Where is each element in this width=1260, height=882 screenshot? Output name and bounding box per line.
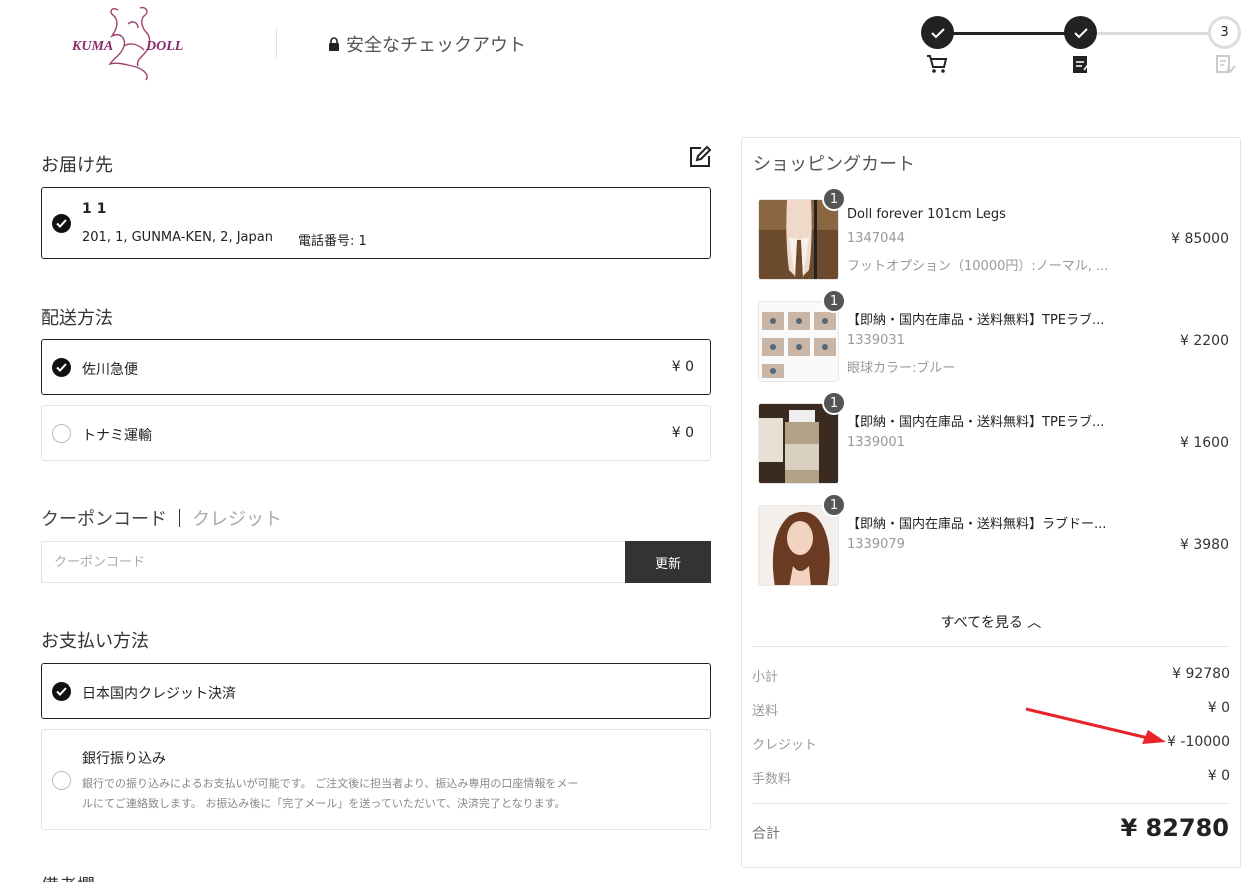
- shipping-option-price: ¥ 0: [671, 425, 694, 441]
- payment-method-title: お支払い方法: [41, 631, 149, 652]
- lock-icon: [329, 37, 339, 51]
- summary-label: 手数料: [752, 772, 792, 787]
- summary-subtotal: 小計 ¥ 92780: [752, 666, 1230, 685]
- shipping-address-title: お届け先: [41, 155, 113, 176]
- kuma-doll-logo[interactable]: KUMA DOLL: [66, 2, 206, 84]
- summary-value: ¥ -10000: [1167, 734, 1230, 750]
- product-image-bottle: [758, 403, 839, 484]
- address-name: 1 1: [82, 201, 107, 217]
- radio-button[interactable]: [52, 771, 71, 790]
- product-image-eyes: [758, 301, 839, 382]
- summary-value: ¥ 0: [1207, 700, 1230, 716]
- item-sku: 1339031: [847, 333, 905, 348]
- annotation-arrow-icon: [1025, 707, 1166, 744]
- summary-value: ¥ 0: [1207, 768, 1230, 784]
- quantity-badge: 1: [822, 187, 846, 211]
- payment-option-label: 銀行振り込み: [82, 751, 166, 767]
- summary-label: 送料: [752, 704, 779, 719]
- step-2-check: [1064, 16, 1097, 49]
- address-phone: 電話番号: 1: [298, 234, 367, 249]
- checkmark-icon: [1073, 27, 1088, 38]
- payment-option-bank[interactable]: 銀行振り込み 銀行での振り込みによるお支払いが可能です。 ご注文後に担当者より、…: [41, 729, 711, 830]
- remarks-title: 備考欄: [41, 872, 95, 882]
- bank-desc-line: ルにてご連絡致します。 お振込み後に「完了メール」を送っていただいて、決済完了と…: [82, 797, 566, 810]
- quantity-badge: 1: [822, 289, 846, 313]
- cart-title: ショッピングカート: [753, 154, 915, 175]
- cart-item[interactable]: 1 【即納・国内在庫品・送料無料】TPEラブ... 1339031 ¥ 2200…: [742, 289, 1240, 383]
- shipping-option-tonami[interactable]: トナミ運輸 ¥ 0: [41, 405, 711, 461]
- shipping-option-label: トナミ運輸: [82, 428, 152, 444]
- update-coupon-button[interactable]: 更新: [625, 541, 711, 583]
- product-image-wig: [758, 505, 839, 586]
- item-option: フットオプション（10000円）:ノーマル, ...: [847, 259, 1109, 274]
- coupon-code-input[interactable]: [41, 541, 626, 583]
- tab-credit[interactable]: クレジット: [192, 505, 282, 531]
- secure-checkout-text: 安全なチェックアウト: [346, 35, 526, 56]
- selected-check-icon: [52, 214, 71, 233]
- step-line-done: [937, 32, 1081, 35]
- checkout-steps: 3: [920, 16, 1242, 86]
- cart-item[interactable]: 1 【即納・国内在庫品・送料無料】ラブドー... 1339079 ¥ 3980: [742, 493, 1240, 587]
- tab-coupon-code[interactable]: クーポンコード: [41, 505, 167, 531]
- cart-item[interactable]: 1 Doll forever 101cm Legs 1347044 ¥ 8500…: [742, 187, 1240, 281]
- selected-check-icon: [52, 358, 71, 377]
- item-sku: 1347044: [847, 231, 905, 246]
- step-3-label: 3: [1220, 25, 1229, 40]
- quantity-badge: 1: [822, 391, 846, 415]
- item-name: 【即納・国内在庫品・送料無料】ラブドー...: [847, 517, 1107, 532]
- item-price: ¥ 2200: [1180, 333, 1229, 349]
- shipping-option-sagawa[interactable]: 佐川急便 ¥ 0: [41, 339, 711, 395]
- form-icon: [1073, 56, 1091, 73]
- item-sku: 1339079: [847, 537, 905, 552]
- svg-text:KUMA: KUMA: [71, 39, 113, 54]
- total-label: 合計: [752, 826, 780, 842]
- quantity-badge: 1: [822, 493, 846, 517]
- selected-check-icon: [52, 682, 71, 701]
- product-image-legs: [758, 199, 839, 280]
- summary-fee: 手数料 ¥ 0: [752, 768, 1230, 787]
- step-3-number: 3: [1208, 16, 1241, 49]
- summary-label: 小計: [752, 670, 779, 685]
- item-sku: 1339001: [847, 435, 905, 450]
- payment-option-credit[interactable]: 日本国内クレジット決済: [41, 663, 711, 719]
- item-price: ¥ 3980: [1180, 537, 1229, 553]
- coupon-tabs: クーポンコード クレジット: [41, 505, 282, 531]
- step-1-check: [921, 16, 954, 49]
- item-price: ¥ 85000: [1171, 231, 1229, 247]
- shopping-cart-panel: ショッピングカート 1 Doll forever 101cm Legs 1347…: [741, 137, 1241, 868]
- header-divider: [276, 28, 277, 58]
- radio-button[interactable]: [52, 424, 71, 443]
- payment-icon: [1216, 55, 1236, 74]
- item-option: 眼球カラー:ブルー: [847, 361, 956, 376]
- address-card[interactable]: 1 1 201, 1, GUNMA-KEN, 2, Japan 電話番号: 1: [41, 187, 711, 259]
- checkout-page: KUMA DOLL 安全なチェックアウト 3 お届け先 1 1 201, 1, …: [0, 0, 1260, 882]
- cart-divider: [752, 803, 1230, 804]
- item-name: 【即納・国内在庫品・送料無料】TPEラブ...: [847, 313, 1105, 328]
- cart-divider: [752, 646, 1230, 647]
- shipping-option-price: ¥ 0: [671, 359, 694, 375]
- step-line-todo: [1081, 32, 1226, 35]
- bank-desc-line: 銀行での振り込みによるお支払いが可能です。 ご注文後に担当者より、振込み専用の口…: [82, 777, 579, 790]
- cart-icon: [927, 55, 948, 73]
- payment-option-label: 日本国内クレジット決済: [82, 686, 236, 702]
- secure-checkout-label: 安全なチェックアウト: [328, 31, 526, 57]
- item-price: ¥ 1600: [1180, 435, 1229, 451]
- cart-item[interactable]: 1 【即納・国内在庫品・送料無料】TPEラブ... 1339001 ¥ 1600: [742, 391, 1240, 485]
- view-all-link[interactable]: すべてを見る ︿: [742, 612, 1240, 632]
- address-line: 201, 1, GUNMA-KEN, 2, Japan: [82, 230, 273, 245]
- total-value: ¥ 82780: [1120, 814, 1229, 842]
- summary-label: クレジット: [752, 738, 818, 753]
- edit-icon[interactable]: [688, 145, 712, 169]
- summary-value: ¥ 92780: [1172, 666, 1230, 682]
- bank-transfer-description: 銀行での振り込みによるお支払いが可能です。 ご注文後に担当者より、振込み専用の口…: [82, 774, 642, 814]
- shipping-option-label: 佐川急便: [82, 362, 138, 378]
- tab-separator: [179, 509, 180, 527]
- item-name: 【即納・国内在庫品・送料無料】TPEラブ...: [847, 415, 1105, 430]
- shipping-method-title: 配送方法: [41, 308, 113, 329]
- item-name: Doll forever 101cm Legs: [847, 207, 1006, 222]
- svg-text:DOLL: DOLL: [145, 39, 183, 54]
- checkmark-icon: [930, 27, 945, 38]
